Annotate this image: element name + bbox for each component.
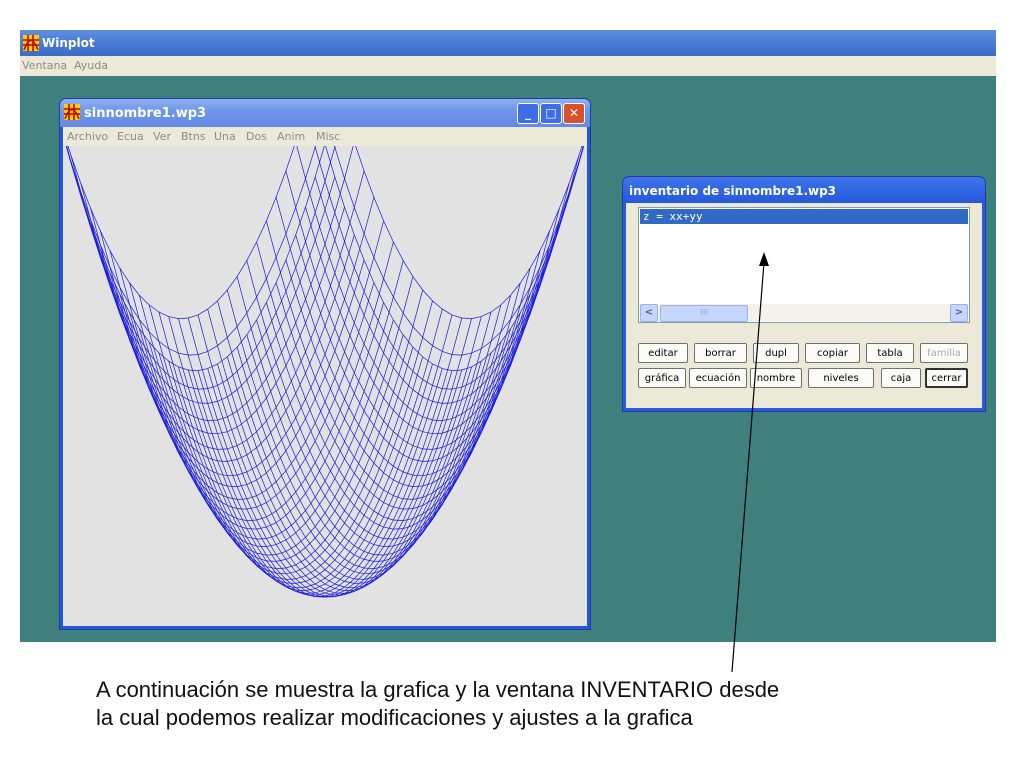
caption-line-2: la cual podemos realizar modificaciones …: [96, 705, 693, 730]
annotation-arrow: [731, 252, 769, 673]
slide-caption: A continuación se muestra la grafica y l…: [96, 676, 956, 732]
caption-line-1: A continuación se muestra la grafica y l…: [96, 677, 780, 702]
